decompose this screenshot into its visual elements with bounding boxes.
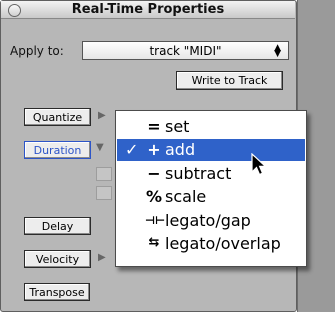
duration-disclosure-icon[interactable]: ▼ xyxy=(96,142,104,153)
menu-item-label: legato/gap xyxy=(165,211,251,230)
velocity-button[interactable]: Velocity xyxy=(24,250,91,268)
popup-arrows-icon: ▲ ▼ xyxy=(274,43,281,59)
apply-to-select[interactable]: track "MIDI" ▲ ▼ xyxy=(82,41,289,60)
menu-item-add[interactable]: ✓ + add xyxy=(117,139,305,161)
write-to-track-button[interactable]: Write to Track xyxy=(176,71,283,90)
delay-button[interactable]: Delay xyxy=(24,217,91,235)
quantize-disclosure-icon[interactable]: ▶ xyxy=(98,110,106,121)
apply-to-value: track "MIDI" xyxy=(149,44,222,58)
percent-icon: % xyxy=(145,187,163,206)
menu-item-label: add xyxy=(165,140,196,159)
menu-item-label: legato/overlap xyxy=(165,234,281,253)
plus-icon: + xyxy=(147,140,161,159)
duration-mode-menu: = set ✓ + add − subtract % scale ⊣⊢ lega… xyxy=(115,110,307,267)
apply-to-label: Apply to: xyxy=(10,44,64,58)
menu-item-set[interactable]: = set xyxy=(117,116,305,138)
title-bar[interactable]: Real-Time Properties xyxy=(1,1,295,19)
duration-option-checkbox xyxy=(96,186,112,200)
mouse-pointer-icon xyxy=(251,153,268,176)
equals-icon: = xyxy=(147,117,161,136)
transpose-button[interactable]: Transpose xyxy=(24,283,90,301)
checkmark-icon: ✓ xyxy=(125,140,139,159)
menu-item-scale[interactable]: % scale xyxy=(117,186,305,208)
legato-overlap-icon: ⇆ xyxy=(148,235,160,250)
minus-icon: − xyxy=(147,164,161,183)
menu-item-label: set xyxy=(165,117,190,136)
menu-item-subtract[interactable]: − subtract xyxy=(117,163,305,185)
duration-option-checkbox xyxy=(96,167,112,181)
menu-item-label: scale xyxy=(165,187,207,206)
velocity-disclosure-icon[interactable]: ▶ xyxy=(98,252,106,263)
legato-gap-icon: ⊣⊢ xyxy=(145,214,166,227)
duration-button[interactable]: Duration xyxy=(24,141,91,159)
menu-item-label: subtract xyxy=(165,164,232,183)
menu-item-legato-overlap[interactable]: ⇆ legato/overlap xyxy=(117,233,305,255)
quantize-button[interactable]: Quantize xyxy=(24,108,91,126)
menu-item-legato-gap[interactable]: ⊣⊢ legato/gap xyxy=(117,210,305,232)
window-title: Real-Time Properties xyxy=(71,2,225,17)
